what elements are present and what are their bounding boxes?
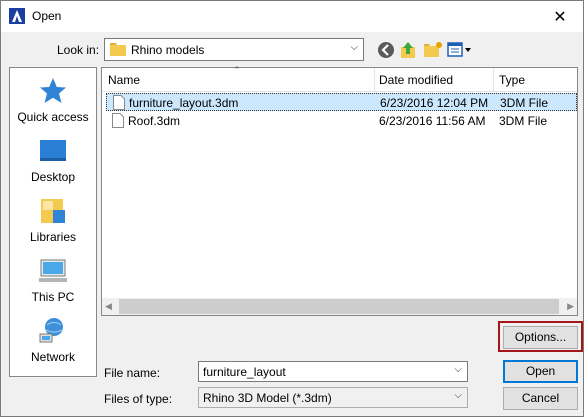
open-dialog: Open ✕ Look in: Rhino models ⌵ Quick acc… [0, 0, 584, 417]
file-list: ⌃ Name Date modified Type furniture_layo… [101, 65, 578, 316]
libraries-icon [41, 199, 65, 223]
file-row-selected[interactable]: furniture_layout.3dm 6/23/2016 12:04 PM … [106, 93, 577, 111]
file-type-label: Files of type: [104, 392, 173, 406]
place-label: This PC [31, 290, 75, 304]
chevron-down-icon: ⌵ [350, 42, 358, 53]
file-type-dropdown[interactable]: Rhino 3D Model (*.3dm) ⌵ [198, 387, 468, 408]
network-icon [39, 318, 63, 343]
file-date: 6/23/2016 12:04 PM [380, 96, 489, 110]
file-name: Roof.3dm [128, 114, 181, 128]
place-label: Desktop [30, 170, 76, 184]
file-type: 3DM File [499, 114, 548, 128]
folder-icon [110, 43, 126, 56]
desktop-icon [40, 140, 66, 161]
file-icon [113, 95, 125, 110]
quick-access-icon [40, 78, 66, 103]
scroll-left-icon[interactable]: ◀ [105, 301, 112, 312]
column-header-row: ⌃ Name Date modified Type [102, 65, 577, 92]
place-label: Network [30, 350, 75, 364]
column-type[interactable]: Type [499, 73, 525, 87]
column-divider[interactable] [374, 68, 375, 92]
scroll-thumb[interactable] [119, 299, 559, 314]
file-name-field[interactable]: furniture_layout ⌵ [198, 361, 468, 382]
horizontal-scrollbar[interactable]: ◀ ▶ [102, 298, 577, 315]
file-name-value: furniture_layout [203, 365, 286, 379]
this-pc-icon [39, 259, 67, 282]
place-quick-access[interactable]: Quick access [10, 76, 96, 136]
close-button[interactable]: ✕ [537, 1, 583, 32]
file-date: 6/23/2016 11:56 AM [379, 114, 486, 128]
close-icon: ✕ [553, 8, 567, 26]
scroll-right-icon[interactable]: ▶ [567, 301, 574, 312]
sort-ascending-icon: ⌃ [233, 65, 241, 75]
chevron-down-icon[interactable]: ⌵ [454, 390, 462, 401]
back-icon[interactable] [376, 40, 396, 60]
chevron-down-icon[interactable]: ⌵ [454, 364, 462, 375]
file-name-label: File name: [104, 366, 161, 380]
window-title: Open [32, 9, 62, 23]
place-label: Quick access [17, 110, 89, 124]
place-this-pc[interactable]: This PC [10, 256, 96, 316]
file-type: 3DM File [500, 96, 549, 110]
look-in-value: Rhino models [131, 43, 205, 57]
view-menu-icon[interactable] [447, 40, 473, 60]
place-label: Libraries [29, 230, 77, 244]
rhino-app-icon [9, 8, 25, 24]
title-bar: Open ✕ [1, 1, 583, 32]
place-network[interactable]: Network [10, 316, 96, 376]
file-icon [112, 113, 124, 128]
options-button[interactable]: Options... [503, 326, 578, 349]
place-desktop[interactable]: Desktop [10, 136, 96, 196]
column-date-modified[interactable]: Date modified [379, 73, 453, 87]
cancel-button[interactable]: Cancel [503, 387, 578, 410]
file-name: furniture_layout.3dm [129, 96, 239, 110]
file-row[interactable]: Roof.3dm 6/23/2016 11:56 AM 3DM File [106, 112, 577, 130]
file-type-value: Rhino 3D Model (*.3dm) [203, 391, 332, 405]
column-name[interactable]: Name [108, 73, 140, 87]
look-in-dropdown[interactable]: Rhino models ⌵ [104, 38, 364, 61]
place-libraries[interactable]: Libraries [10, 196, 96, 256]
new-folder-icon[interactable] [423, 40, 443, 60]
look-in-label: Look in: [57, 43, 100, 57]
places-bar: Quick access Desktop Libraries This PC N… [9, 67, 97, 377]
column-divider[interactable] [493, 68, 494, 92]
open-button[interactable]: Open [503, 360, 578, 383]
up-folder-icon[interactable] [399, 40, 419, 60]
